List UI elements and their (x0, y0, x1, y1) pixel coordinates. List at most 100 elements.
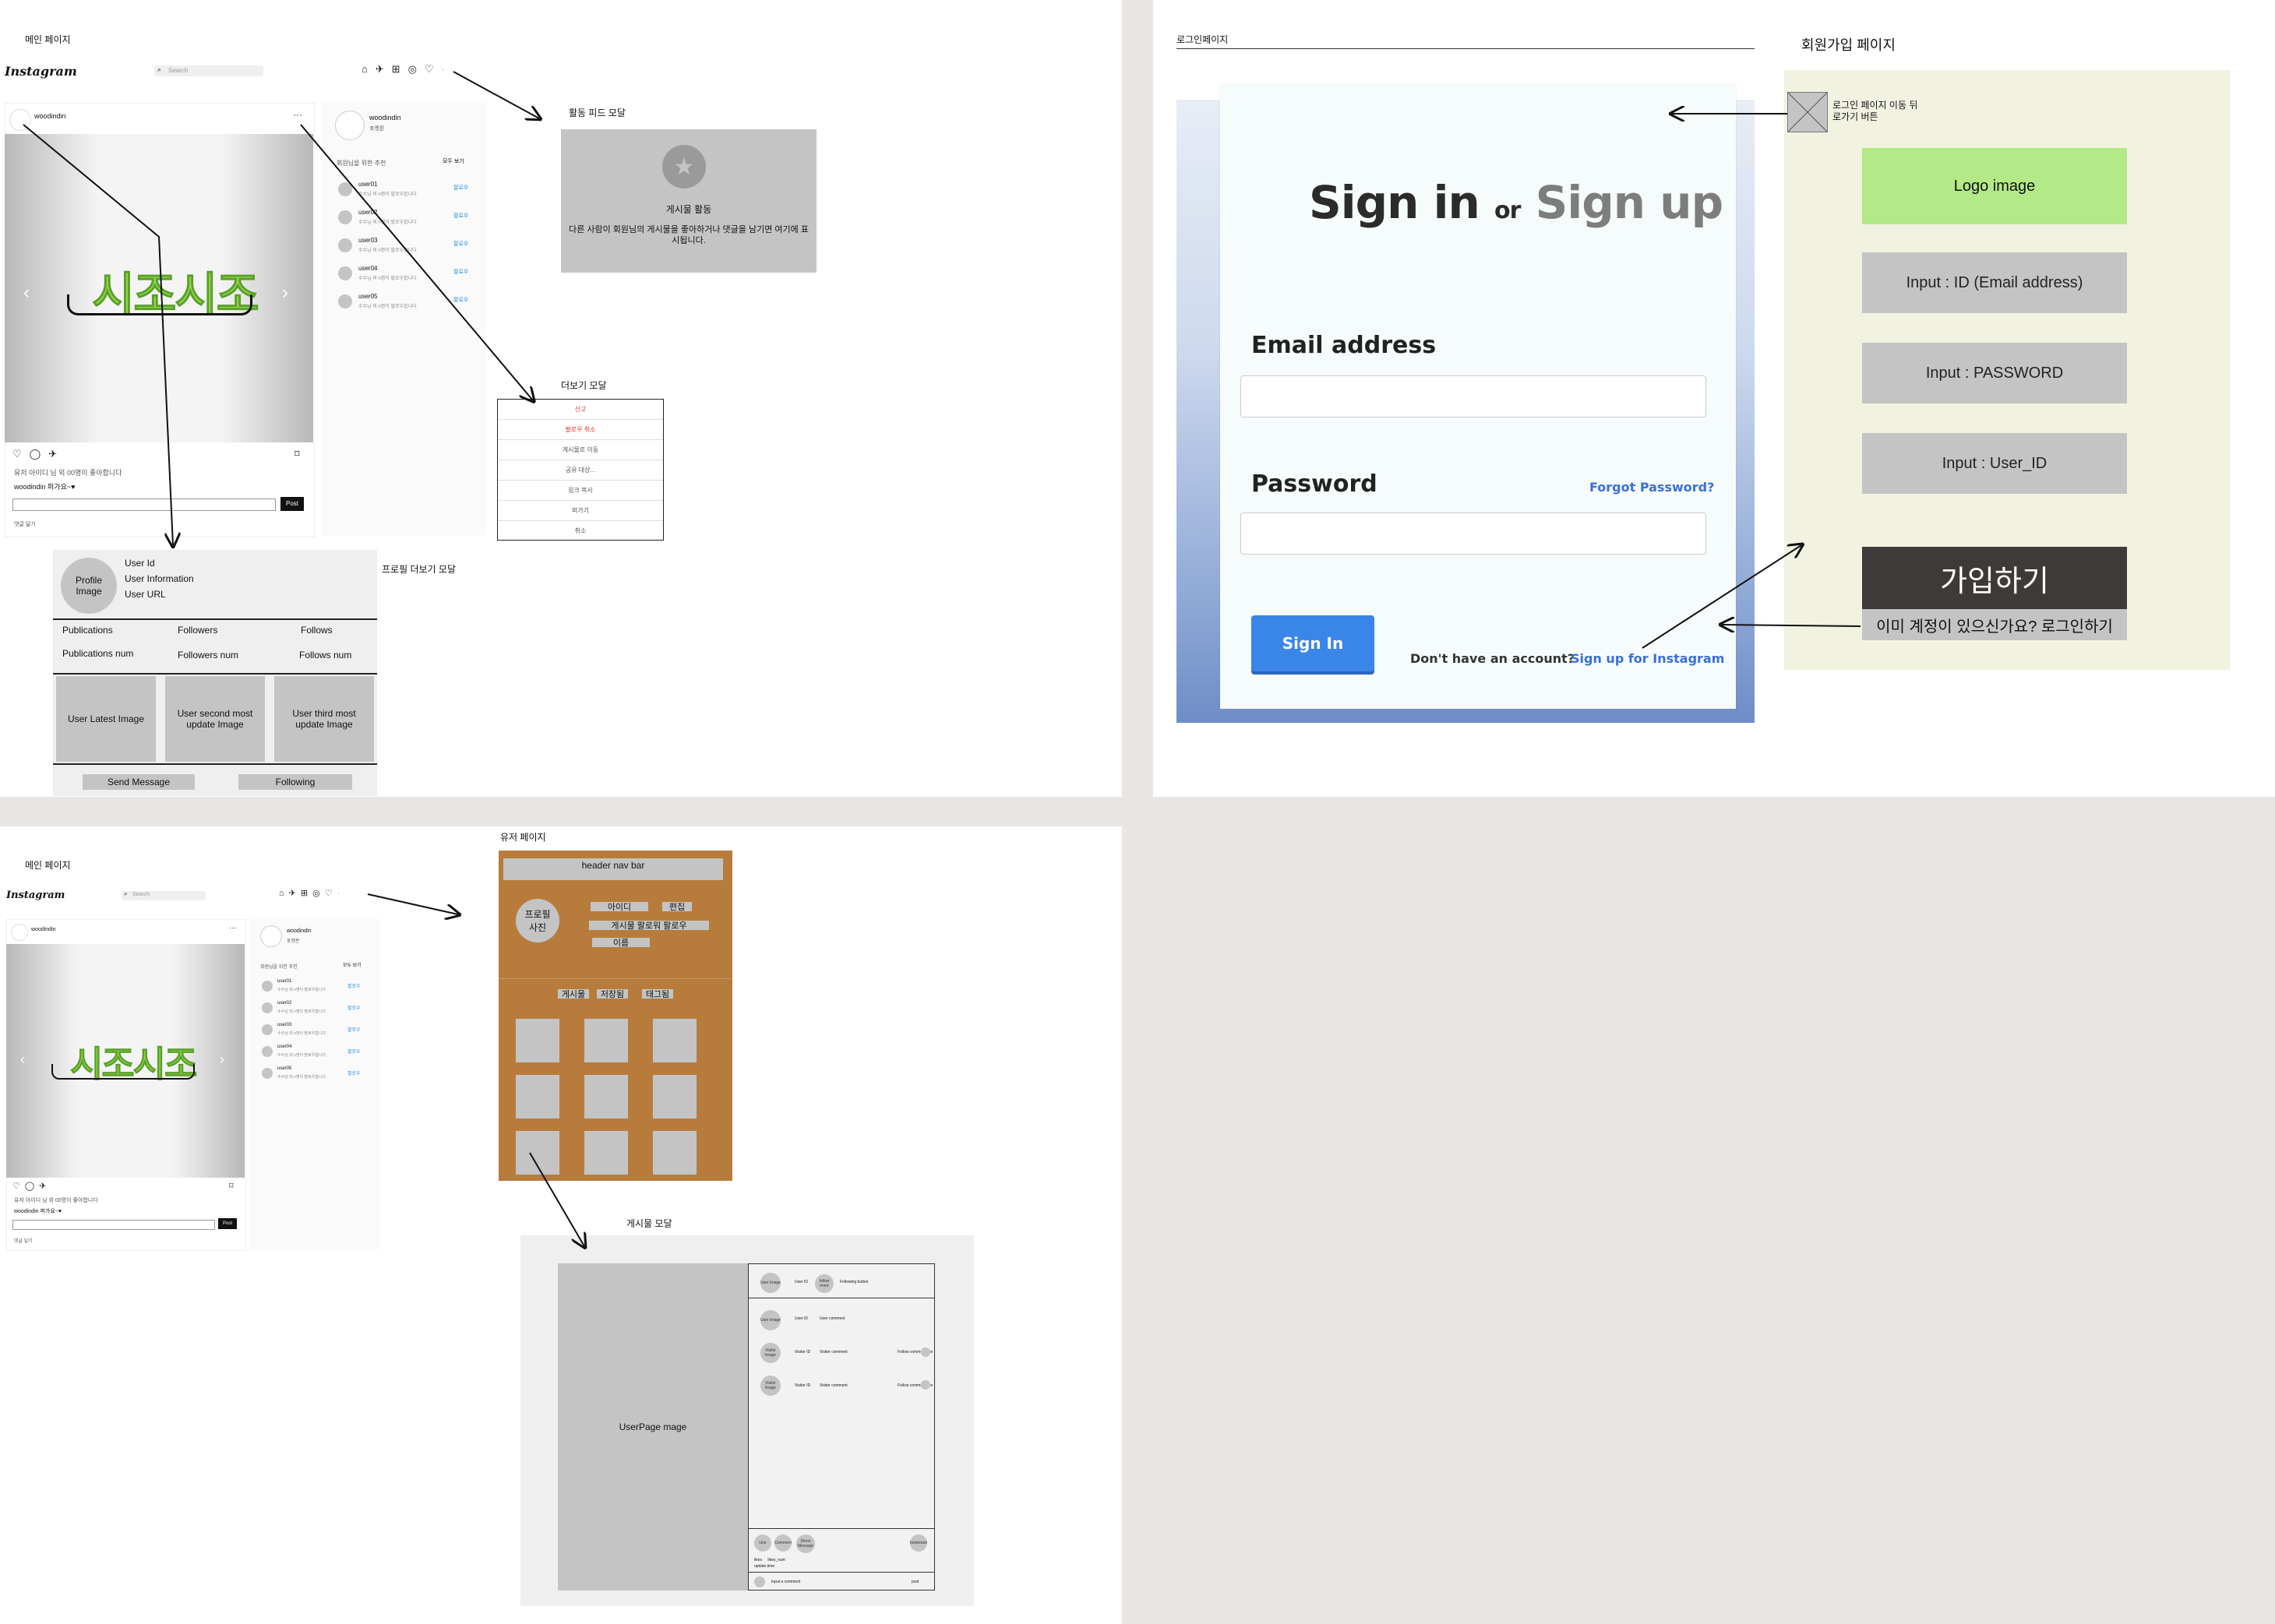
tab-saved[interactable]: 저장됨 (597, 989, 628, 999)
suggestion-avatar[interactable] (262, 1046, 273, 1057)
sidebar-avatar[interactable] (335, 111, 365, 140)
join-button[interactable]: 가입하기 (1862, 547, 2127, 609)
sidebar-username[interactable]: woodindin (369, 114, 401, 122)
heart-icon[interactable]: ♡ (325, 890, 333, 898)
post-modal-follow-state[interactable]: Following button (840, 1280, 868, 1284)
send-message-button[interactable]: Send Message (83, 774, 195, 790)
comment-input[interactable] (12, 1220, 215, 1230)
post-comment-button[interactable]: Post (218, 1218, 237, 1229)
suggestion-avatar[interactable] (338, 182, 352, 196)
more-embed[interactable]: 퍼가기 (498, 501, 663, 521)
avatar-icon[interactable]: · (337, 890, 340, 898)
post-avatar[interactable] (9, 109, 31, 131)
tab-tagged[interactable]: 태그됨 (642, 989, 673, 999)
suggestion-avatar[interactable] (262, 1002, 273, 1013)
emoji-icon[interactable] (754, 1576, 765, 1587)
comment-input[interactable]: Input a comment (771, 1580, 800, 1584)
post-modal-more[interactable]: follow more (815, 1274, 834, 1293)
follow-link[interactable]: 팔로우 (453, 296, 468, 304)
suggestion-avatar[interactable] (338, 238, 352, 252)
post-modal-user-id[interactable]: User ID (795, 1280, 808, 1284)
comment-user-id[interactable]: User ID (795, 1316, 808, 1321)
instagram-logo[interactable]: Instagram (6, 890, 65, 901)
instagram-logo[interactable]: Instagram (5, 64, 77, 79)
like-action[interactable]: Like (754, 1534, 771, 1552)
grid-post[interactable] (584, 1075, 628, 1118)
like-icon[interactable]: ♡ (12, 1182, 20, 1191)
more-share[interactable]: 공유 대상... (498, 460, 663, 481)
back-icon[interactable] (1787, 92, 1828, 132)
suggestion-username[interactable]: user05 (277, 1066, 291, 1071)
forgot-password-link[interactable]: Forgot Password? (1589, 480, 1714, 495)
suggestion-username[interactable]: user02 (358, 209, 377, 216)
search-input[interactable]: ⌕ Search (154, 65, 263, 76)
stat-follows[interactable]: Follows (301, 625, 333, 636)
post-username[interactable]: woodindin (31, 927, 56, 932)
see-all-link[interactable]: 모두 보기 (343, 961, 362, 968)
post-comment-button[interactable]: Post (280, 497, 304, 511)
grid-post[interactable] (584, 1131, 628, 1175)
sidebar-avatar[interactable] (260, 925, 282, 947)
profile-user-url[interactable]: User URL (125, 589, 166, 600)
comment-icon[interactable]: ◯ (30, 449, 41, 459)
grid-post[interactable] (653, 1131, 697, 1175)
heart-icon[interactable]: ♡ (425, 64, 434, 74)
follow-link[interactable]: 팔로우 (347, 1069, 361, 1076)
see-all-link[interactable]: 모두 보기 (443, 157, 464, 165)
direct-icon[interactable]: ✈ (289, 890, 296, 898)
share-icon[interactable]: ✈ (48, 449, 57, 459)
post-more-button[interactable]: ··· (229, 924, 236, 932)
sidebar-username[interactable]: woodindin (287, 928, 312, 934)
suggestion-username[interactable]: user04 (358, 265, 377, 272)
following-button[interactable]: Following (238, 774, 352, 790)
explore-icon[interactable]: ◎ (312, 890, 320, 898)
suggestion-username[interactable]: user01 (358, 181, 377, 188)
profile-photo[interactable]: 프로필 사진 (516, 899, 559, 942)
comment-action[interactable]: Comment (774, 1534, 792, 1552)
suggestion-avatar[interactable] (262, 1068, 273, 1079)
suggestion-avatar[interactable] (338, 266, 352, 280)
post-username[interactable]: woodindin (34, 112, 66, 120)
third-image[interactable]: User third most update Image (274, 676, 374, 762)
follow-link[interactable]: 팔로우 (347, 1026, 361, 1033)
visitor-id[interactable]: Visitor ID (795, 1350, 810, 1355)
bookmark-icon[interactable]: ⌑ (229, 1182, 234, 1191)
comment-user-image[interactable]: User Image (760, 1310, 781, 1330)
chevron-right-icon[interactable]: › (220, 1052, 224, 1068)
chevron-left-icon[interactable]: ‹ (20, 1052, 25, 1068)
grid-post[interactable] (653, 1075, 697, 1118)
search-input[interactable]: ⌕ Search (122, 890, 206, 900)
direct-message-action[interactable]: Direct Message (796, 1534, 815, 1553)
visitor-image[interactable]: Visitor Image (760, 1376, 781, 1396)
suggestion-username[interactable]: user03 (358, 237, 377, 244)
tab-posts[interactable]: 게시물 (558, 989, 589, 999)
follow-link[interactable]: 팔로우 (453, 212, 468, 220)
follow-link[interactable]: 팔로우 (453, 184, 468, 192)
chevron-left-icon[interactable]: ‹ (23, 282, 30, 304)
follow-link[interactable]: 팔로우 (347, 982, 361, 989)
suggestion-avatar[interactable] (338, 210, 352, 224)
grid-post[interactable] (516, 1131, 559, 1175)
suggestion-avatar[interactable] (262, 981, 273, 992)
home-icon[interactable]: ⌂ (362, 64, 368, 74)
grid-post[interactable] (653, 1019, 697, 1062)
suggestion-avatar[interactable] (262, 1024, 273, 1035)
suggestion-username[interactable]: user05 (358, 293, 377, 300)
comment-icon[interactable]: ◯ (25, 1182, 34, 1191)
direct-icon[interactable]: ✈ (376, 64, 384, 74)
post-comment-action[interactable]: post (912, 1580, 919, 1584)
follow-link[interactable]: 팔로우 (347, 1004, 361, 1011)
post-more-button[interactable]: ··· (293, 109, 302, 120)
more-cancel[interactable]: 취소 (498, 521, 663, 541)
stat-followers[interactable]: Followers (178, 625, 217, 636)
visitor-like-icon[interactable] (921, 1347, 930, 1357)
suggestion-username[interactable]: user01 (277, 979, 291, 984)
latest-image[interactable]: User Latest Image (56, 676, 156, 762)
grid-post[interactable] (584, 1019, 628, 1062)
suggestion-avatar[interactable] (338, 294, 352, 308)
more-unfollow[interactable]: 팔로우 취소 (498, 420, 663, 440)
visitor-id[interactable]: Visitor ID (795, 1383, 810, 1388)
second-image[interactable]: User second most update Image (165, 676, 265, 762)
bookmark-action[interactable]: bookmark (910, 1534, 927, 1552)
post-modal-user-image[interactable]: User Image (760, 1273, 781, 1293)
